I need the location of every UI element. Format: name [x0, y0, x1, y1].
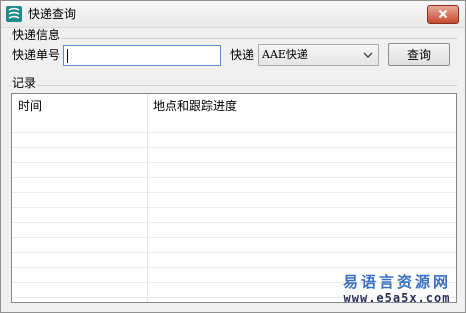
list-row [12, 253, 456, 268]
courier-select[interactable]: AAE快递 [258, 44, 379, 66]
chevron-down-icon [362, 48, 374, 62]
list-header: 时间 地点和跟踪进度 [12, 94, 456, 118]
close-button[interactable] [427, 5, 459, 24]
list-row [12, 148, 456, 163]
courier-label: 快递 [230, 48, 255, 62]
main-window: 快递查询 快递信息 快递单号 快递 AAE快递 查询 记录 时间 地点和跟踪进度… [0, 0, 466, 313]
records-group-label: 记录 [11, 76, 38, 90]
list-row [12, 133, 456, 148]
list-row [12, 118, 456, 133]
tracking-number-input[interactable] [63, 45, 221, 66]
list-row [12, 223, 456, 238]
info-group-border [9, 38, 457, 39]
title-bar[interactable]: 快递查询 [1, 1, 465, 28]
watermark-title: 易语言资源网 [342, 273, 451, 291]
courier-selected-value: AAE快递 [262, 48, 308, 61]
records-list[interactable]: 时间 地点和跟踪进度 [11, 93, 457, 303]
info-group-label: 快递信息 [11, 28, 62, 42]
list-row [12, 208, 456, 223]
tracking-number-label: 快递单号 [12, 48, 61, 62]
app-logo-icon [6, 6, 22, 22]
list-row [12, 193, 456, 208]
close-icon [438, 8, 448, 22]
column-header-time[interactable]: 时间 [18, 98, 42, 114]
query-button[interactable]: 查询 [388, 43, 450, 66]
list-row [12, 178, 456, 193]
records-group-border [9, 85, 457, 86]
site-watermark: 易语言资源网 www.e5a5x.com [337, 273, 457, 305]
window-title: 快递查询 [28, 7, 77, 21]
column-header-location-progress[interactable]: 地点和跟踪进度 [153, 98, 237, 114]
watermark-url: www.e5a5x.com [343, 291, 451, 305]
text-caret [67, 49, 68, 63]
list-row [12, 163, 456, 178]
list-row [12, 238, 456, 253]
